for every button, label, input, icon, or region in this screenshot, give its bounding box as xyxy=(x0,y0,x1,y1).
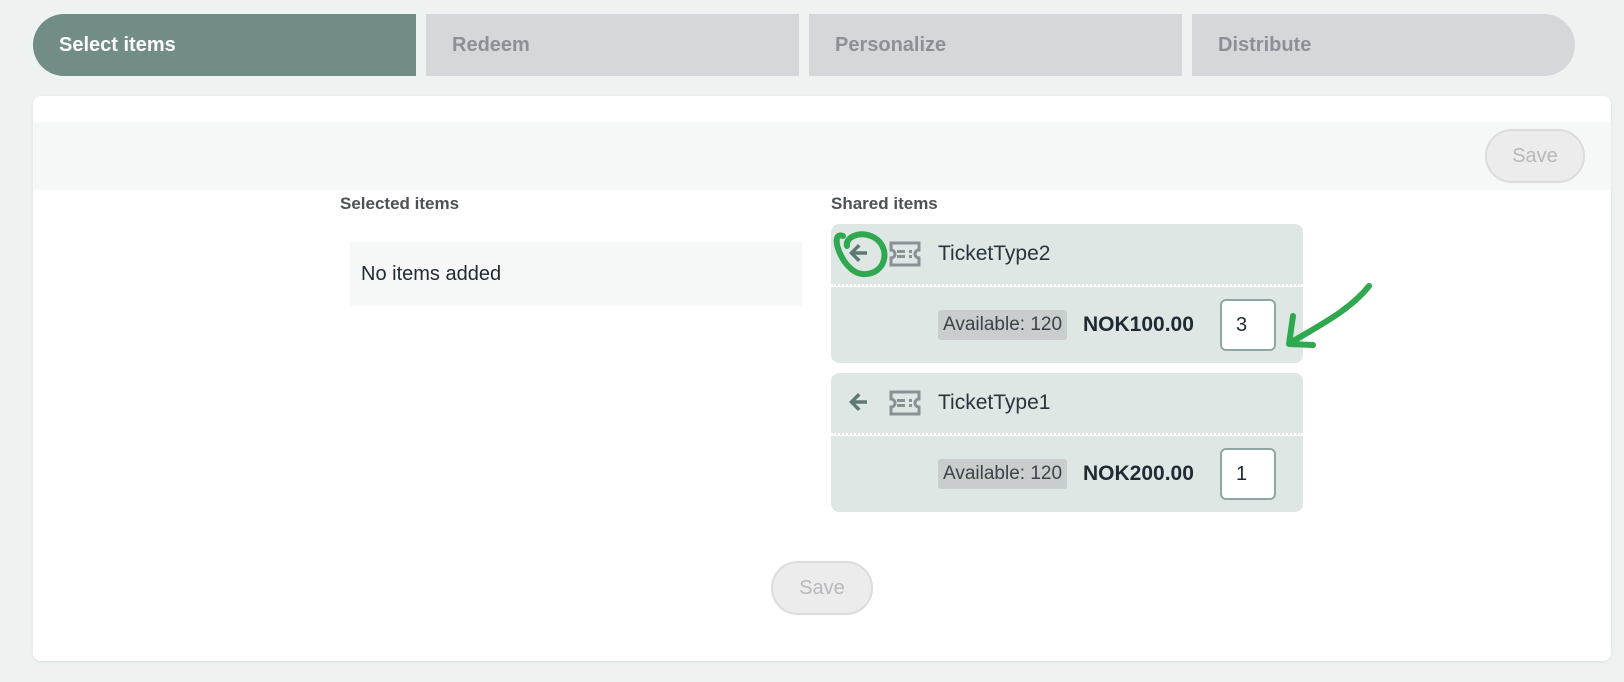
item-name: TicketType2 xyxy=(938,242,1051,265)
step-distribute[interactable]: Distribute xyxy=(1192,14,1575,76)
availability-badge: Available: 120 xyxy=(938,310,1068,340)
wizard-steps: Select items Redeem Personalize Distribu… xyxy=(33,14,1611,76)
ticket-icon xyxy=(888,239,922,269)
item-price: NOK200.00 xyxy=(1083,462,1194,485)
main-card: Save Selected items No items added Share… xyxy=(33,96,1611,661)
selected-items-empty: No items added xyxy=(350,242,802,306)
availability-badge: Available: 120 xyxy=(938,459,1068,489)
save-button-bottom[interactable]: Save xyxy=(771,561,873,615)
shared-items-title: Shared items xyxy=(831,194,938,213)
empty-message: No items added xyxy=(361,262,502,285)
step-redeem[interactable]: Redeem xyxy=(426,14,799,76)
shared-item-header: TicketType2 xyxy=(831,224,1303,286)
save-button-top[interactable]: Save xyxy=(1485,129,1585,183)
page: Select items Redeem Personalize Distribu… xyxy=(0,0,1624,682)
shared-item-details: Available: 120 NOK100.00 xyxy=(831,287,1303,363)
selected-items-title: Selected items xyxy=(340,194,460,213)
arrow-left-icon[interactable] xyxy=(845,389,871,415)
shared-item-details: Available: 120 NOK200.00 xyxy=(831,436,1303,512)
step-select-items[interactable]: Select items xyxy=(33,14,416,76)
item-price: NOK100.00 xyxy=(1083,313,1194,336)
quantity-input[interactable] xyxy=(1220,448,1276,500)
shared-item-header: TicketType1 xyxy=(831,373,1303,435)
ticket-icon xyxy=(888,388,922,418)
toolbar: Save xyxy=(33,122,1611,190)
item-name: TicketType1 xyxy=(938,391,1051,414)
arrow-left-icon[interactable] xyxy=(845,240,871,266)
step-personalize[interactable]: Personalize xyxy=(809,14,1182,76)
quantity-input[interactable] xyxy=(1220,299,1276,351)
